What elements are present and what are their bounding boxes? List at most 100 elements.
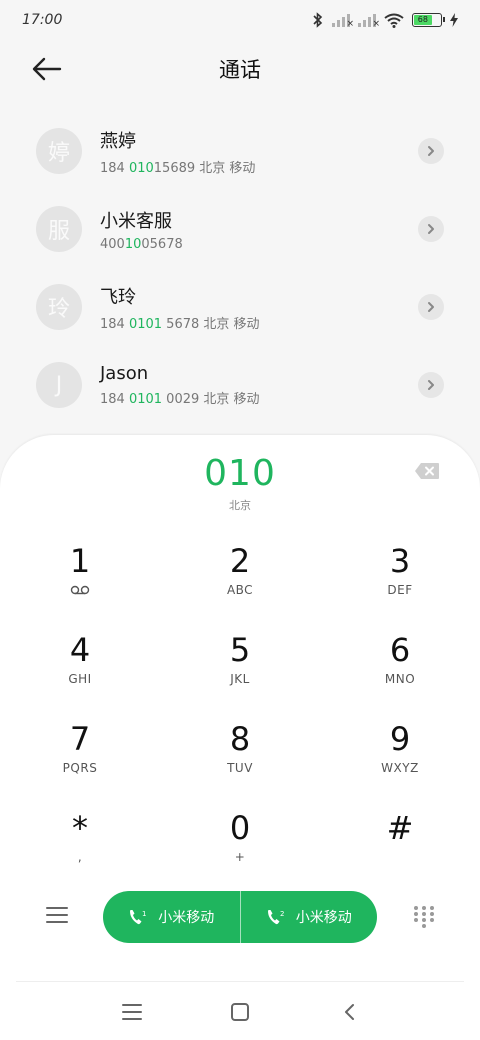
key-letters: + xyxy=(234,850,246,864)
avatar: 玲 xyxy=(36,284,82,330)
key-letters: GHI xyxy=(68,672,92,686)
menu-icon xyxy=(46,921,68,923)
menu-button[interactable] xyxy=(46,907,68,927)
call-sim2-label: 小米移动 xyxy=(295,910,352,926)
call-sim2-button[interactable]: 2 小米移动 xyxy=(241,891,378,943)
contact-suggestion-list: 婷 燕婷 184 01015689 北京 移动 服 小米客服 400100567… xyxy=(0,112,480,424)
contact-name: 小米客服 xyxy=(100,210,172,232)
contact-row[interactable]: 玲 飞玲 184 0101 5678 北京 移动 xyxy=(0,268,480,346)
call-sim1-button[interactable]: 1 小米移动 xyxy=(103,891,240,943)
sim1-badge: 1 xyxy=(142,910,146,918)
key-0[interactable]: 0 + xyxy=(160,802,320,891)
number-suffix: 15689 xyxy=(153,160,196,176)
phone-sim1-icon: 1 xyxy=(130,910,147,925)
key-digit: 4 xyxy=(69,631,91,669)
contact-row[interactable]: 婷 燕婷 184 01015689 北京 移动 xyxy=(0,112,480,190)
page-title: 通话 xyxy=(219,58,261,82)
signal-sim2-icon: × xyxy=(358,13,380,29)
key-digit: * xyxy=(72,809,88,847)
contact-name: 燕婷 xyxy=(100,130,136,152)
avatar: 服 xyxy=(36,206,82,252)
voicemail-icon xyxy=(70,585,90,595)
dialed-number-location: 北京 xyxy=(229,499,251,512)
system-nav-bar xyxy=(16,981,464,1040)
home-button[interactable] xyxy=(228,1000,252,1024)
call-sim1-label: 小米移动 xyxy=(158,910,215,926)
keypad-toggle-button[interactable] xyxy=(413,906,435,928)
back-button[interactable] xyxy=(30,55,64,83)
number-suffix: 0029 xyxy=(162,392,200,407)
dialpad-panel: 010 北京 1 2 ABC 3 DEF 4 GHI 5 JKL 6 MNO 7… xyxy=(0,435,480,1040)
contact-name: 飞玲 xyxy=(100,286,136,308)
number-prefix: 184 xyxy=(100,160,129,176)
dialed-number[interactable]: 010 xyxy=(0,453,480,494)
chevron-right-icon xyxy=(428,302,434,312)
key-hash[interactable]: # xyxy=(320,802,480,891)
charging-icon xyxy=(450,13,458,27)
contact-detail-button[interactable] xyxy=(418,216,444,242)
key-4[interactable]: 4 GHI xyxy=(0,624,160,713)
key-2[interactable]: 2 ABC xyxy=(160,535,320,624)
avatar: J xyxy=(36,362,82,408)
contact-detail-button[interactable] xyxy=(418,372,444,398)
key-star[interactable]: * , xyxy=(0,802,160,891)
contact-detail-button[interactable] xyxy=(418,294,444,320)
contact-info: 小米客服 4001005678 xyxy=(100,207,183,252)
backspace-icon xyxy=(415,463,439,479)
key-letters: JKL xyxy=(230,672,250,686)
number-match: 10 xyxy=(124,236,142,252)
contact-row[interactable]: J Jason 184 0101 0029 北京 移动 xyxy=(0,346,480,424)
key-digit: 6 xyxy=(389,631,411,669)
key-letters: PQRS xyxy=(62,761,98,775)
backspace-button[interactable] xyxy=(414,462,440,480)
number-prefix: 184 xyxy=(100,316,129,332)
contact-row[interactable]: 服 小米客服 4001005678 xyxy=(0,190,480,268)
key-letters: TUV xyxy=(227,761,253,775)
wifi-icon xyxy=(384,13,404,28)
dialer-actions: 1 小米移动 2 小米移动 xyxy=(0,891,480,943)
call-button-group: 1 小米移动 2 小米移动 xyxy=(103,891,377,943)
menu-icon xyxy=(46,914,68,916)
key-7[interactable]: 7 PQRS xyxy=(0,713,160,802)
battery-icon: 68 xyxy=(412,13,445,27)
number-location: 北京 移动 xyxy=(195,160,256,176)
key-digit: # xyxy=(386,809,414,847)
number-match: 0101 xyxy=(128,316,163,332)
contact-detail: 4001005678 xyxy=(100,237,183,252)
number-match: 010 xyxy=(128,160,154,176)
key-letters: ABC xyxy=(226,583,254,597)
status-time: 17:00 xyxy=(22,12,63,28)
key-letters: MNO xyxy=(384,672,416,686)
number-location: 北京 移动 xyxy=(199,392,260,407)
sim2-badge: 2 xyxy=(280,910,284,918)
key-letters: , xyxy=(77,850,83,864)
key-digit: 1 xyxy=(69,542,91,580)
key-3[interactable]: 3 DEF xyxy=(320,535,480,624)
contact-detail-button[interactable] xyxy=(418,138,444,164)
key-6[interactable]: 6 MNO xyxy=(320,624,480,713)
key-1[interactable]: 1 xyxy=(0,535,160,624)
number-match: 0101 xyxy=(128,392,163,407)
battery-level: 68 xyxy=(414,15,432,25)
status-bar: 17:00 × × 68 xyxy=(0,0,480,40)
key-digit: 2 xyxy=(229,542,251,580)
home-square-icon xyxy=(231,1003,249,1021)
contact-info: 飞玲 184 0101 5678 北京 移动 xyxy=(100,283,260,332)
key-9[interactable]: 9 WXYZ xyxy=(320,713,480,802)
keypad: 1 2 ABC 3 DEF 4 GHI 5 JKL 6 MNO 7 PQRS 8… xyxy=(0,535,480,891)
number-prefix: 400 xyxy=(100,236,125,252)
key-digit: 5 xyxy=(229,631,251,669)
bluetooth-icon xyxy=(313,12,323,28)
nav-back-button[interactable] xyxy=(338,1000,362,1024)
key-5[interactable]: 5 JKL xyxy=(160,624,320,713)
phone-sim2-icon: 2 xyxy=(267,910,284,925)
arrow-left-icon xyxy=(32,57,62,81)
key-letters: WXYZ xyxy=(381,761,419,775)
menu-lines-icon xyxy=(122,1004,142,1020)
contact-info: 燕婷 184 01015689 北京 移动 xyxy=(100,127,255,176)
key-8[interactable]: 8 TUV xyxy=(160,713,320,802)
key-letters: DEF xyxy=(387,583,413,597)
recents-button[interactable] xyxy=(120,1000,144,1024)
chevron-right-icon xyxy=(428,224,434,234)
key-digit: 3 xyxy=(389,542,411,580)
